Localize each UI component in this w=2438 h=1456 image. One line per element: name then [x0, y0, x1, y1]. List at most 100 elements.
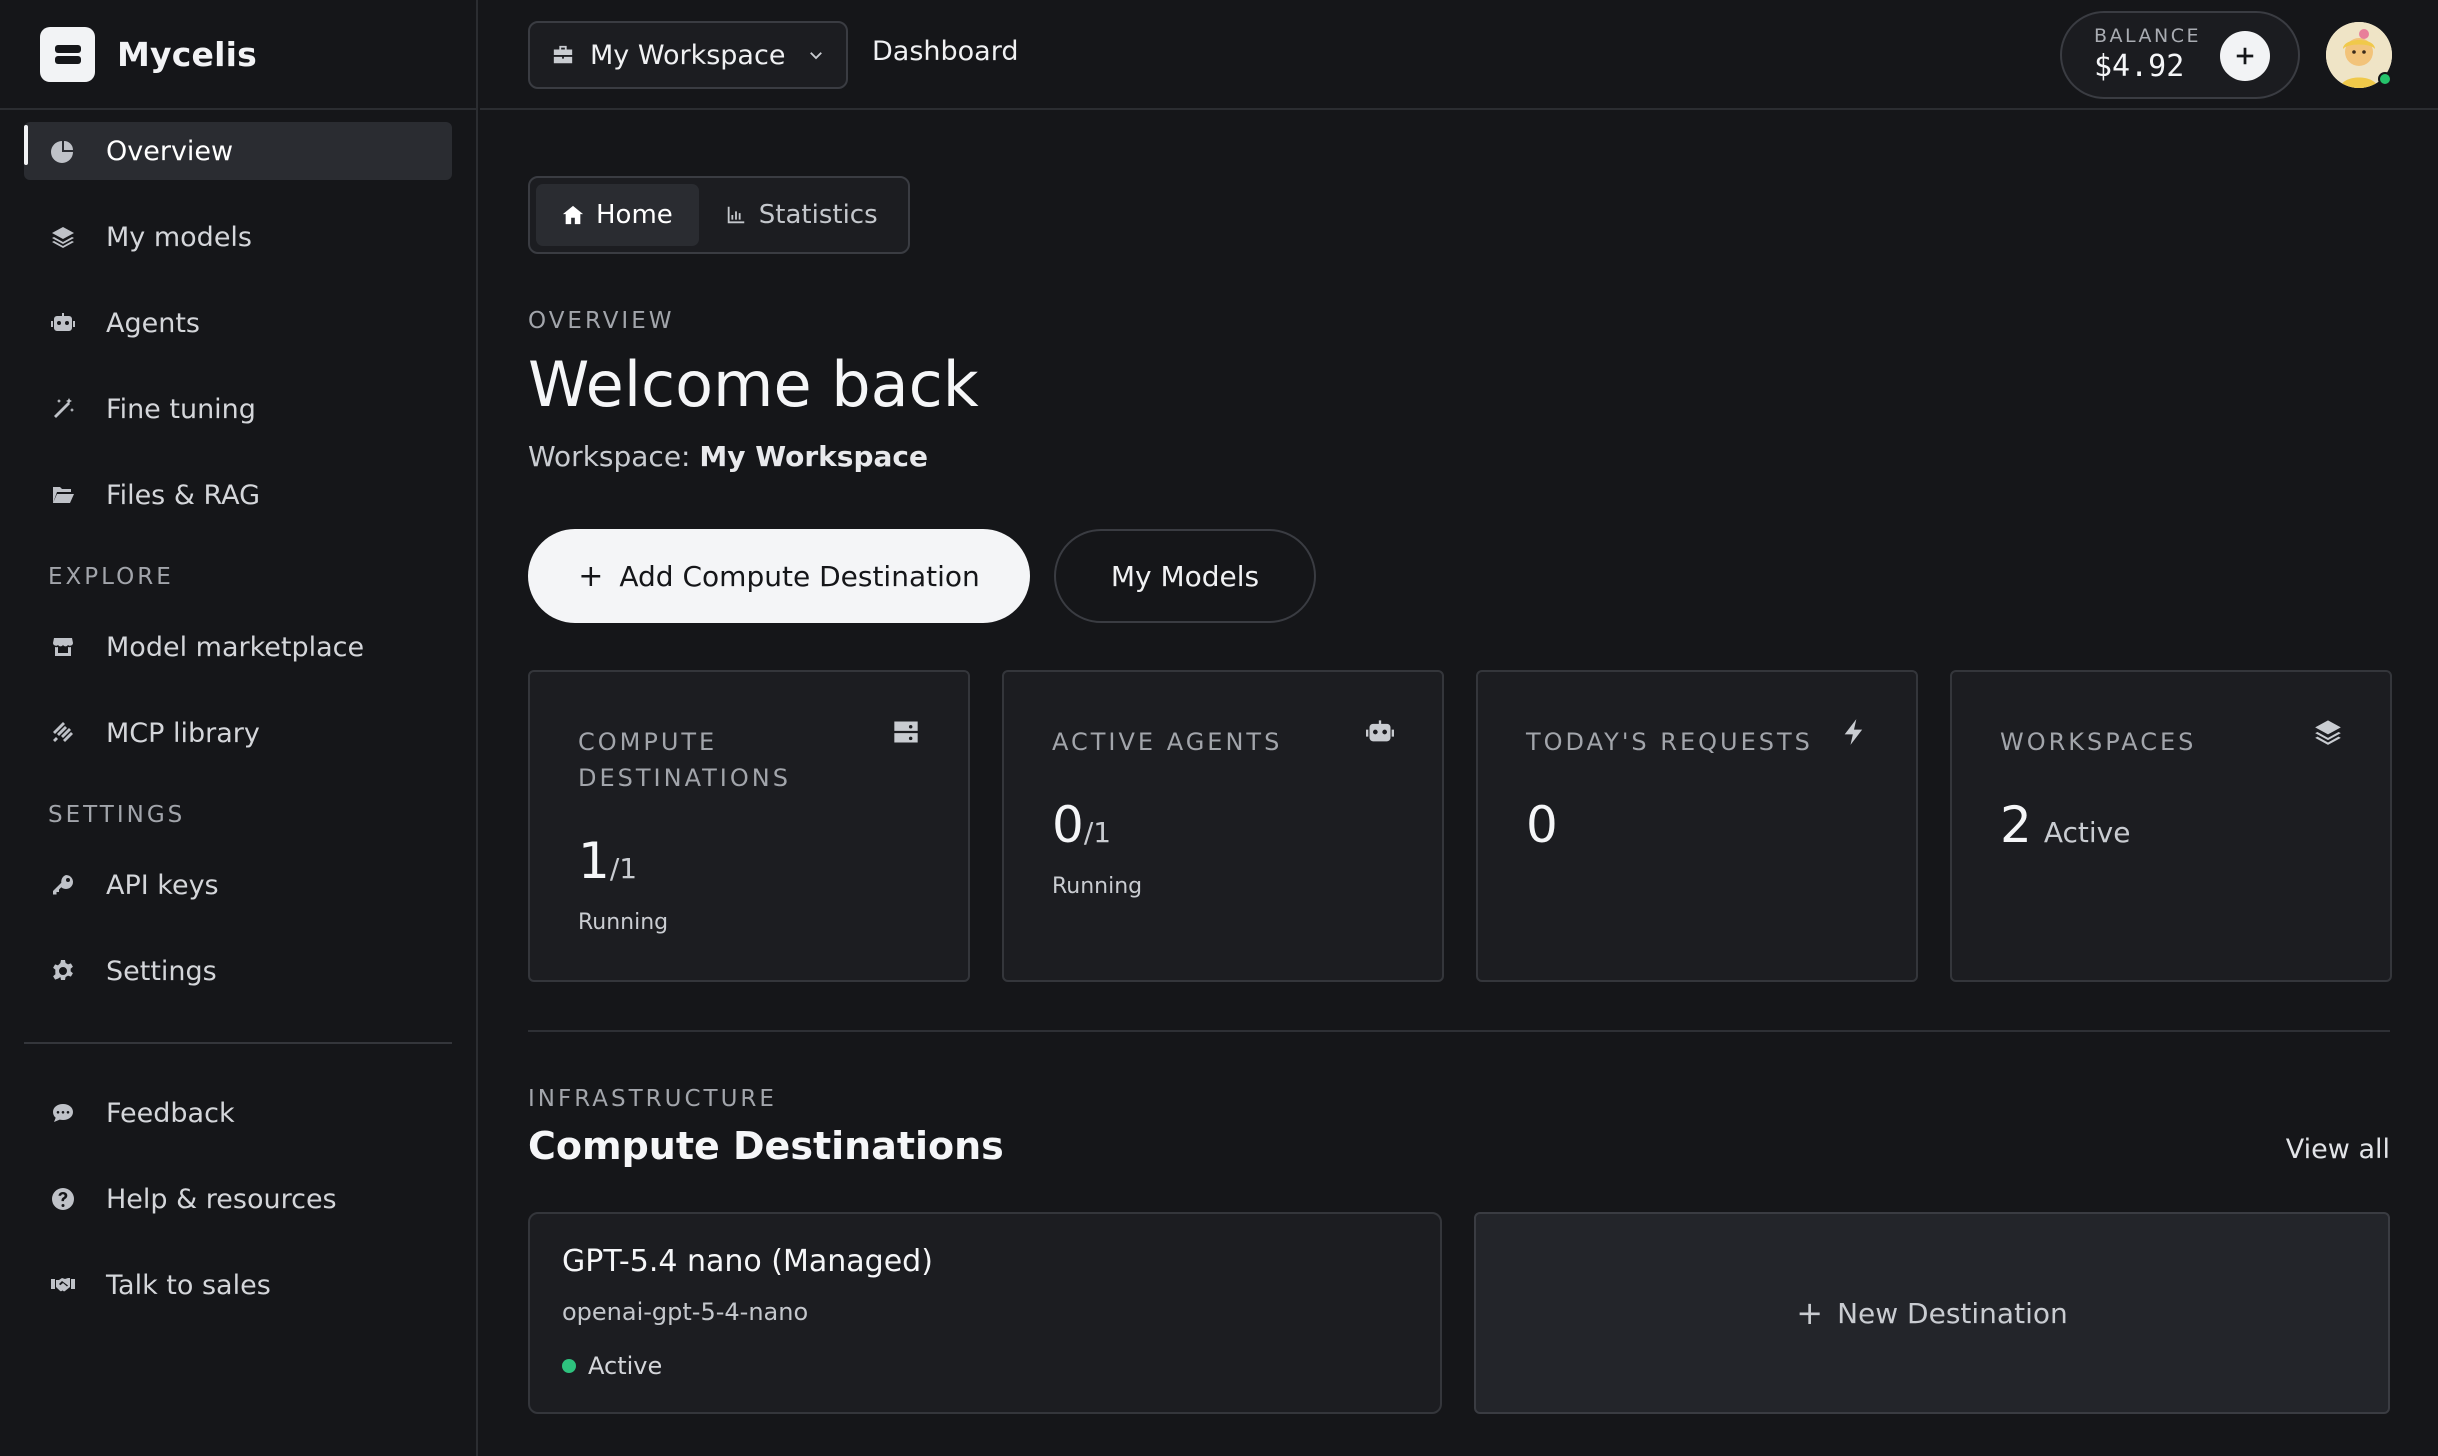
topbar: My Workspace Dashboard BALANCE $4.92 [480, 0, 2438, 110]
sidebar-item-label: Overview [106, 135, 234, 167]
plus-icon: + [1796, 1294, 1824, 1332]
stat-value: 2 Active [2000, 796, 2130, 854]
tab-label: Home [596, 200, 673, 230]
app-name: Mycelis [117, 34, 257, 74]
stat-sub: Running [1052, 874, 1143, 899]
sidebar-item-overview[interactable]: Overview [24, 122, 452, 180]
sidebar-item-label: Help & resources [106, 1183, 337, 1215]
workspace-prefix: Workspace: [528, 440, 691, 473]
section-divider [528, 1030, 2390, 1032]
add-balance-button[interactable] [2220, 31, 2270, 81]
sidebar-item-label: Settings [106, 955, 217, 987]
gear-icon [50, 958, 76, 984]
section-title: Compute Destinations [528, 1124, 1004, 1168]
stat-card-workspaces: WORKSPACES 2 Active [1950, 670, 2392, 982]
status-label: Active [588, 1352, 663, 1380]
tab-label: Statistics [758, 200, 878, 230]
online-status-indicator [2378, 72, 2392, 86]
sidebar-item-label: Files & RAG [106, 479, 261, 511]
overview-eyebrow: OVERVIEW [528, 308, 675, 334]
app-logo-icon [40, 26, 95, 82]
my-models-button[interactable]: My Models [1054, 529, 1316, 623]
stat-card-active-agents: ACTIVE AGENTS 0/1 Running [1002, 670, 1444, 982]
mcp-icon [50, 720, 76, 746]
stat-value: 1/1 [578, 832, 637, 890]
magic-wand-icon [50, 396, 76, 422]
section-settings: SETTINGS [48, 802, 186, 828]
sidebar-item-label: Feedback [106, 1097, 235, 1129]
sidebar-item-help[interactable]: Help & resources [24, 1170, 452, 1228]
pie-chart-icon [50, 138, 76, 164]
sidebar-item-agents[interactable]: Agents [24, 294, 452, 352]
sidebar-item-feedback[interactable]: Feedback [24, 1084, 452, 1142]
add-compute-destination-button[interactable]: + Add Compute Destination [528, 529, 1030, 623]
status-badge: Active [562, 1352, 662, 1380]
sidebar-item-fine-tuning[interactable]: Fine tuning [24, 380, 452, 438]
sidebar-item-label: Agents [106, 307, 200, 339]
stat-label: COMPUTE DESTINATIONS [578, 728, 791, 792]
workspace-selector[interactable]: My Workspace [528, 21, 848, 89]
balance-widget: BALANCE $4.92 [2060, 11, 2300, 99]
balance-label: BALANCE [2094, 25, 2202, 47]
main-content: Home Statistics OVERVIEW Welcome back Wo… [480, 112, 2438, 1456]
breadcrumb[interactable]: Dashboard [872, 36, 1018, 67]
stat-value: 0/1 [1052, 796, 1111, 854]
destination-name: GPT-5.4 nano (Managed) [562, 1244, 933, 1279]
sidebar-item-label: My models [106, 221, 252, 253]
status-dot-icon [562, 1359, 576, 1373]
sidebar-item-model-marketplace[interactable]: Model marketplace [24, 618, 452, 676]
stat-label: WORKSPACES [2000, 728, 2197, 756]
tab-home[interactable]: Home [536, 184, 699, 246]
sidebar-item-files-rag[interactable]: Files & RAG [24, 466, 452, 524]
sidebar-item-label: MCP library [106, 717, 260, 749]
balance-value: $4.92 [2094, 49, 2185, 84]
stat-value: 0 [1526, 796, 1558, 854]
new-destination-button[interactable]: + New Destination [1474, 1212, 2390, 1414]
stat-sub: Active [2043, 816, 2131, 849]
button-label: Add Compute Destination [619, 559, 980, 593]
chevron-down-icon [810, 52, 823, 60]
robot-icon [50, 310, 76, 336]
infrastructure-eyebrow: INFRASTRUCTURE [528, 1086, 777, 1112]
sidebar-nav: Overview My models Agents Fine tuning Fi… [0, 110, 476, 1314]
chat-bubble-icon [50, 1100, 76, 1126]
sidebar-item-mcp-library[interactable]: MCP library [24, 704, 452, 762]
sidebar: Mycelis Overview My models Agents Fine t… [0, 0, 478, 1456]
question-circle-icon [50, 1186, 76, 1212]
bar-chart-icon [727, 206, 745, 224]
handshake-icon [50, 1272, 76, 1298]
stat-card-todays-requests: TODAY'S REQUESTS 0 [1476, 670, 1918, 982]
view-tabs: Home Statistics [528, 176, 910, 254]
plus-icon: + [578, 558, 604, 594]
button-label: New Destination [1837, 1296, 2068, 1330]
folder-open-icon [50, 482, 76, 508]
sidebar-item-talk-to-sales[interactable]: Talk to sales [24, 1256, 452, 1314]
sidebar-item-label: API keys [106, 869, 219, 901]
sidebar-item-settings[interactable]: Settings [24, 942, 452, 1000]
sidebar-item-my-models[interactable]: My models [24, 208, 452, 266]
stat-sub: Running [578, 910, 669, 935]
briefcase-icon [553, 45, 573, 64]
compute-destination-card[interactable]: GPT-5.4 nano (Managed) openai-gpt-5-4-na… [528, 1212, 1442, 1414]
server-icon [892, 718, 920, 746]
home-icon [562, 205, 584, 225]
plus-icon [2236, 47, 2254, 65]
sidebar-item-api-keys[interactable]: API keys [24, 856, 452, 914]
workspace-selector-label: My Workspace [590, 39, 786, 71]
view-all-link[interactable]: View all [2286, 1134, 2390, 1165]
workspace-name: My Workspace [699, 440, 928, 473]
layers-icon [2314, 718, 2342, 746]
key-icon [50, 872, 76, 898]
workspace-line: Workspace: My Workspace [528, 440, 928, 473]
sidebar-item-label: Fine tuning [106, 393, 256, 425]
lightning-icon [1840, 718, 1868, 746]
stat-label: ACTIVE AGENTS [1052, 728, 1283, 756]
brand[interactable]: Mycelis [0, 0, 476, 110]
sidebar-divider [24, 1042, 452, 1044]
destination-id: openai-gpt-5-4-nano [562, 1298, 809, 1326]
robot-icon [1366, 718, 1394, 746]
sidebar-item-label: Model marketplace [106, 631, 365, 663]
tab-statistics[interactable]: Statistics [699, 184, 904, 246]
stat-value-total: /1 [1083, 816, 1112, 849]
stat-value-number: 0 [1052, 796, 1084, 854]
